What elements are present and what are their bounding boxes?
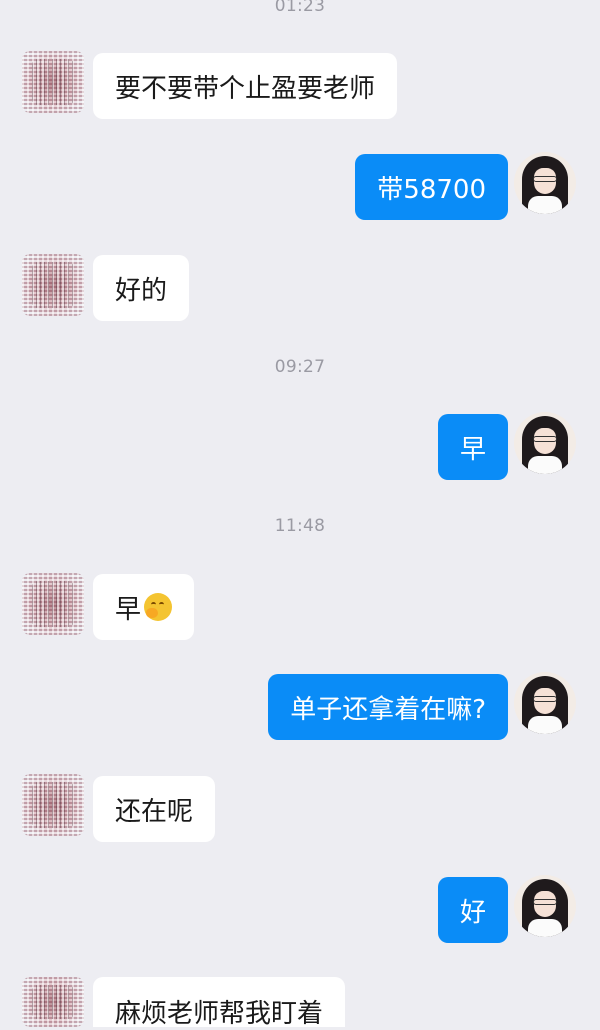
message-text: 带58700 bbox=[377, 174, 486, 205]
user-avatar[interactable] bbox=[514, 672, 576, 734]
message-text: 要不要带个止盈要老师 bbox=[115, 73, 376, 104]
outgoing-message-bubble[interactable]: 带58700 bbox=[355, 154, 508, 220]
incoming-message-bubble[interactable]: 要不要带个止盈要老师 bbox=[93, 53, 398, 119]
contact-avatar[interactable] bbox=[22, 774, 84, 836]
timestamp: 01:23 bbox=[274, 0, 326, 16]
outgoing-message-bubble[interactable]: 好 bbox=[437, 877, 508, 943]
message-text: 还在呢 bbox=[115, 796, 194, 827]
outgoing-message-bubble[interactable]: 单子还拿着在嘛? bbox=[268, 674, 508, 740]
contact-avatar[interactable] bbox=[22, 573, 84, 635]
message-text: 好的 bbox=[115, 275, 168, 306]
user-avatar[interactable] bbox=[514, 875, 576, 937]
contact-avatar[interactable] bbox=[22, 51, 84, 113]
message-text: 早 bbox=[115, 594, 142, 625]
incoming-message-bubble[interactable]: 还在呢 bbox=[93, 776, 216, 842]
outgoing-message-bubble[interactable]: 早 bbox=[437, 414, 508, 480]
contact-avatar[interactable] bbox=[22, 254, 84, 316]
timestamp: 11:48 bbox=[274, 516, 326, 536]
incoming-message-bubble[interactable]: 好的 bbox=[93, 255, 190, 321]
user-avatar[interactable] bbox=[514, 152, 576, 214]
incoming-message-bubble[interactable]: 早 bbox=[93, 574, 195, 640]
message-text: 早 bbox=[459, 434, 486, 465]
incoming-message-bubble[interactable]: 麻烦老师帮我盯着 bbox=[93, 977, 346, 1029]
timestamp: 09:27 bbox=[274, 357, 326, 377]
yawning-face-emoji-icon bbox=[144, 593, 173, 621]
message-text: 单子还拿着在嘛? bbox=[290, 694, 486, 725]
message-text: 好 bbox=[459, 897, 486, 928]
message-text: 麻烦老师帮我盯着 bbox=[115, 999, 324, 1029]
contact-avatar[interactable] bbox=[22, 977, 84, 1027]
user-avatar[interactable] bbox=[514, 412, 576, 474]
